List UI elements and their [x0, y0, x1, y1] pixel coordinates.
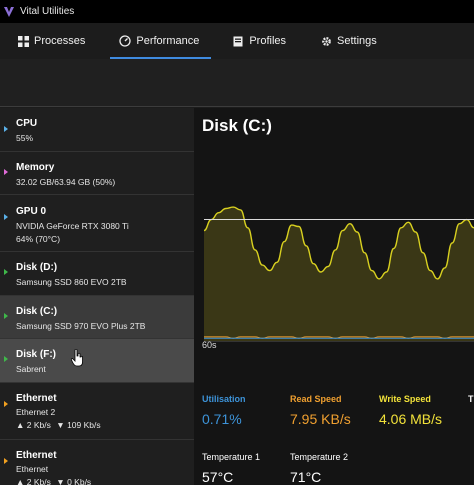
- download-rate: 0 Kb/s: [67, 477, 92, 485]
- main-tabs: Processes Performance Profiles Settings: [0, 23, 474, 59]
- sidebar-item-disk-f[interactable]: Disk (F:) Sabrent: [0, 339, 194, 383]
- mouse-pointer-icon: [71, 349, 83, 367]
- temperature-2-value: 71°C: [290, 469, 322, 485]
- write-speed-value: 4.06 MB/s: [379, 411, 443, 427]
- detail-panel: Disk (C:) 60s Utilisation 0.71% Read Spe…: [194, 108, 474, 485]
- sidebar-item-ethernet-2[interactable]: Ethernet Ethernet 2 ▲ 2 Kb/s ▼ 109 Kb/s: [0, 383, 194, 440]
- processes-icon: [17, 35, 29, 47]
- sidebar-item-detail: Ethernet 2: [16, 407, 56, 417]
- sidebar-item-gpu[interactable]: GPU 0 NVIDIA GeForce RTX 3080 Ti 64% (70…: [0, 195, 194, 252]
- utilisation-value: 0.71%: [202, 411, 242, 427]
- sidebar-item-detail: Ethernet: [16, 464, 49, 474]
- upload-arrow-icon: ▲: [16, 477, 25, 485]
- tab-performance-label: Performance: [136, 35, 200, 47]
- network-rates: ▲ 2 Kb/s ▼ 109 Kb/s: [16, 420, 101, 430]
- download-rate: 109 Kb/s: [67, 420, 101, 430]
- app-logo-icon: [4, 6, 14, 17]
- network-rates: ▲ 2 Kb/s ▼ 0 Kb/s: [16, 477, 91, 485]
- sidebar-item-name: GPU 0: [16, 206, 47, 217]
- sidebar-item-detail: Sabrent: [16, 364, 46, 374]
- upload-rate: 2 Kb/s: [26, 477, 51, 485]
- time-window-label: 60s: [202, 340, 217, 350]
- truncated-stat-label: T: [468, 394, 474, 404]
- sidebar-item-name: Disk (C:): [16, 306, 58, 317]
- sidebar-item-name: Disk (F:): [16, 349, 56, 360]
- sidebar-item-cpu[interactable]: CPU 55%: [0, 108, 194, 152]
- sidebar-item-detail: 64% (70°C): [16, 234, 61, 244]
- sidebar-item-memory[interactable]: Memory 32.02 GB/63.94 GB (50%): [0, 152, 194, 195]
- tab-processes[interactable]: Processes: [17, 23, 85, 59]
- upload-rate: 2 Kb/s: [26, 420, 51, 430]
- gauge-icon: [119, 35, 132, 47]
- sidebar-item-name: Ethernet: [16, 450, 57, 461]
- app-title: Vital Utilities: [20, 6, 75, 17]
- gear-icon: [320, 35, 332, 47]
- download-arrow-icon: ▼: [56, 420, 65, 430]
- disk-activity-chart: [204, 206, 474, 342]
- toolbar-area: [0, 59, 474, 107]
- series-marker-icon: [4, 458, 8, 464]
- series-marker-icon: [4, 356, 8, 362]
- series-marker-icon: [4, 269, 8, 275]
- utilisation-label: Utilisation: [202, 394, 246, 404]
- series-marker-icon: [4, 401, 8, 407]
- sidebar-item-name: CPU: [16, 118, 38, 129]
- tab-settings[interactable]: Settings: [320, 23, 377, 59]
- sidebar-item-detail: Samsung SSD 970 EVO Plus 2TB: [16, 321, 146, 331]
- tab-settings-label: Settings: [337, 35, 377, 47]
- temperature-1-label: Temperature 1: [202, 452, 261, 462]
- sidebar-item-name: Ethernet: [16, 393, 57, 404]
- sidebar-item-ethernet[interactable]: Ethernet Ethernet ▲ 2 Kb/s ▼ 0 Kb/s: [0, 440, 194, 485]
- temperature-2-label: Temperature 2: [290, 452, 349, 462]
- temperature-1-value: 57°C: [202, 469, 234, 485]
- tab-profiles[interactable]: Profiles: [232, 23, 286, 59]
- series-marker-icon: [4, 169, 8, 175]
- sidebar-item-name: Disk (D:): [16, 262, 58, 273]
- series-marker-icon: [4, 126, 8, 132]
- series-marker-icon: [4, 214, 8, 220]
- write-speed-label: Write Speed: [379, 394, 431, 404]
- tab-processes-label: Processes: [34, 35, 86, 47]
- read-speed-label: Read Speed: [290, 394, 342, 404]
- tab-profiles-label: Profiles: [249, 35, 287, 47]
- sidebar-item-detail: Samsung SSD 860 EVO 2TB: [16, 277, 127, 287]
- upload-arrow-icon: ▲: [16, 420, 25, 430]
- download-arrow-icon: ▼: [56, 477, 65, 485]
- title-bar: Vital Utilities: [0, 0, 474, 23]
- read-speed-value: 7.95 KB/s: [290, 411, 351, 427]
- sidebar-item-disk-d[interactable]: Disk (D:) Samsung SSD 860 EVO 2TB: [0, 252, 194, 296]
- sidebar-item-detail: 32.02 GB/63.94 GB (50%): [16, 177, 116, 187]
- page-title: Disk (C:): [202, 116, 272, 135]
- tab-performance[interactable]: Performance: [110, 23, 212, 59]
- sidebar-item-name: Memory: [16, 162, 55, 173]
- series-marker-icon: [4, 313, 8, 319]
- sidebar-item-detail: 55%: [16, 133, 34, 143]
- device-sidebar: CPU 55% Memory 32.02 GB/63.94 GB (50%) G…: [0, 108, 194, 485]
- profile-card-icon: [232, 35, 244, 47]
- sidebar-item-detail: NVIDIA GeForce RTX 3080 Ti: [16, 221, 129, 231]
- sidebar-item-disk-c[interactable]: Disk (C:) Samsung SSD 970 EVO Plus 2TB: [0, 296, 194, 339]
